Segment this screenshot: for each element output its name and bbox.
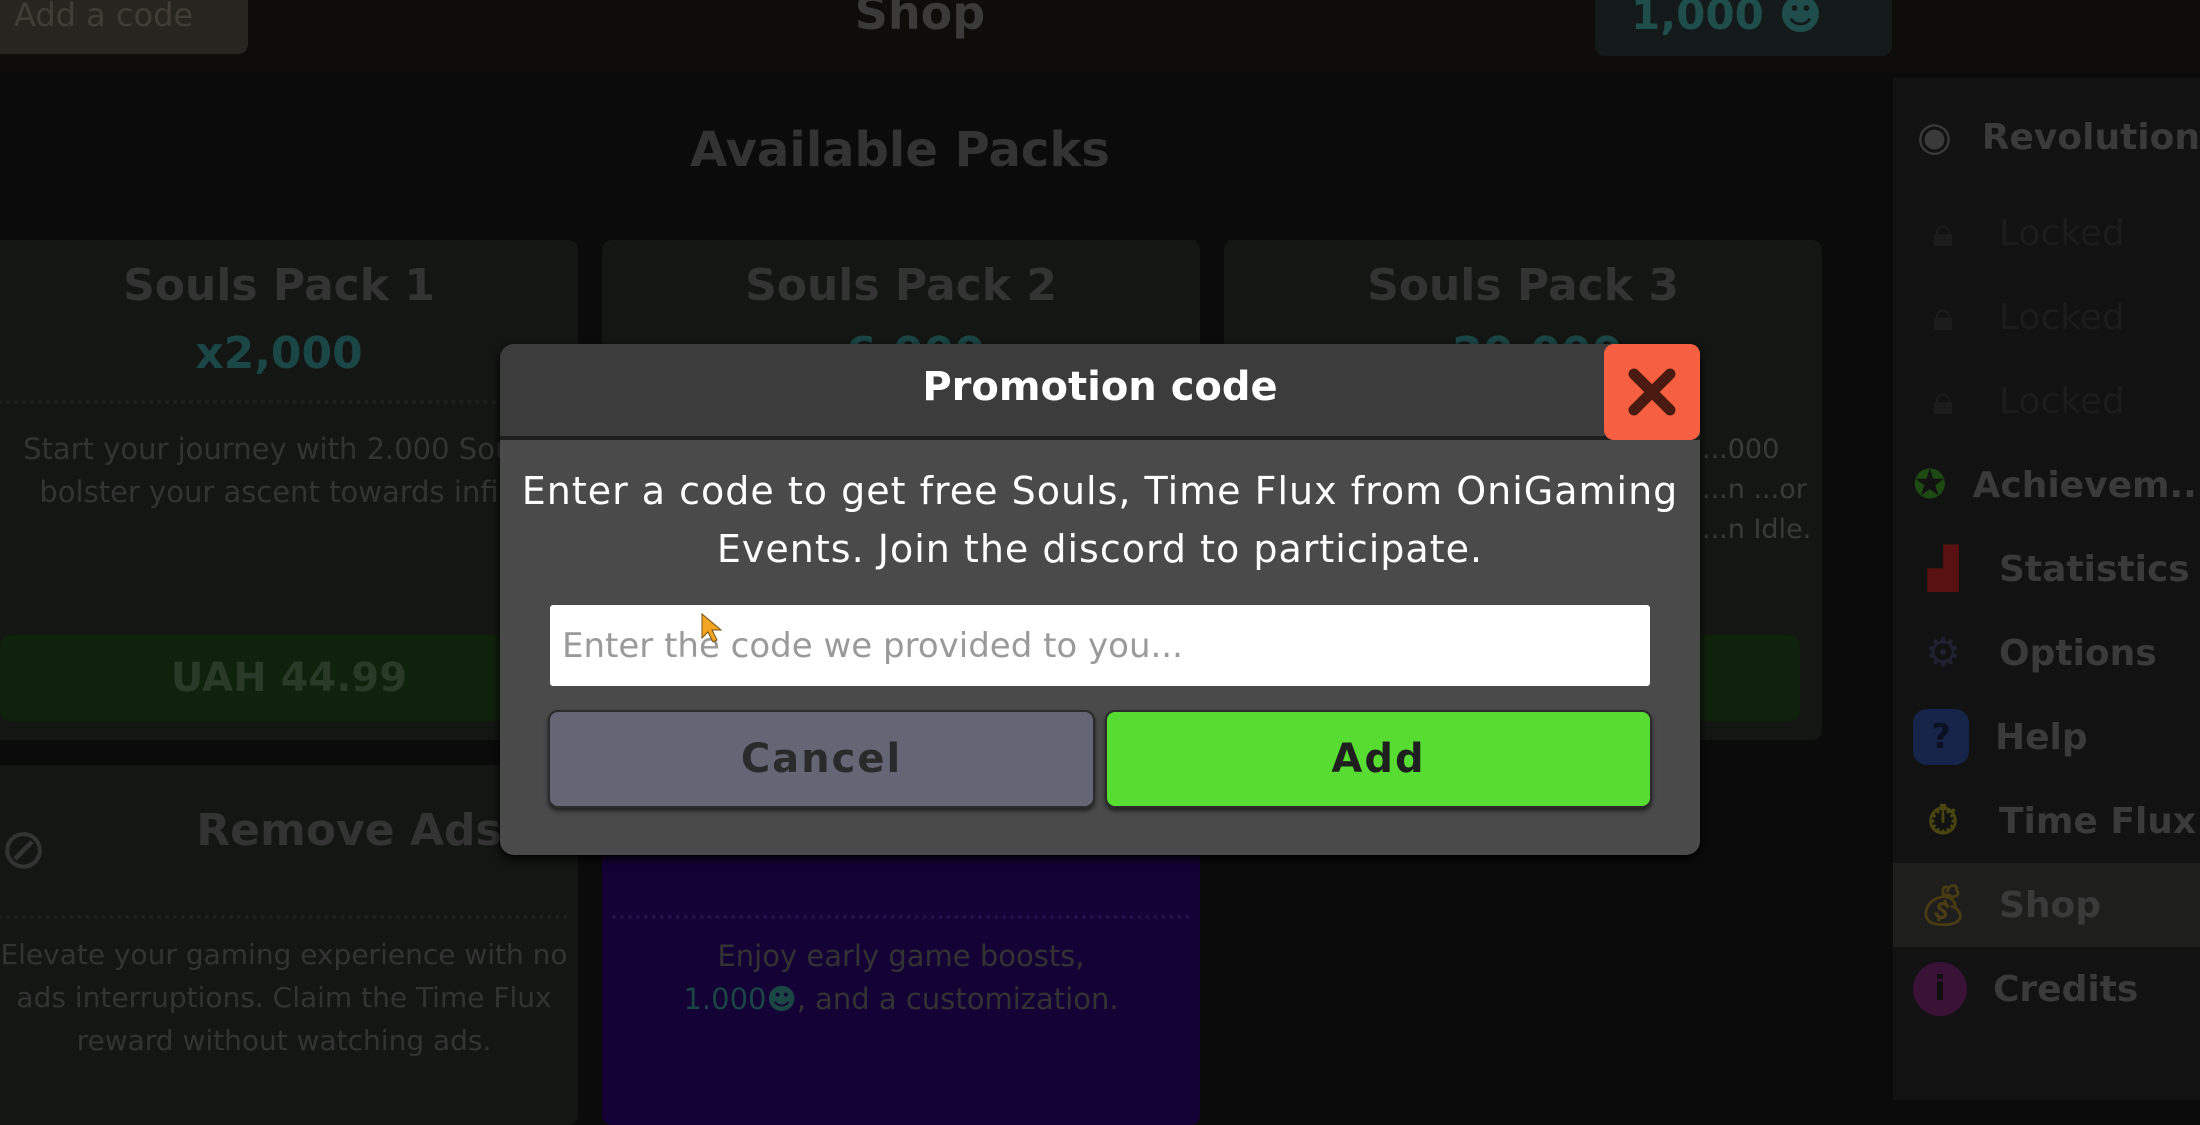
- soul-icon: ☻: [766, 982, 797, 1016]
- currency-display: 1,000 ☻: [1595, 0, 1892, 56]
- sidebar-item-revolution[interactable]: ◉ Revolution: [1893, 95, 2200, 179]
- sidebar-item-time-flux[interactable]: ⏱ Time Flux: [1893, 779, 2200, 863]
- buy-button[interactable]: UAH 44.99: [0, 635, 578, 721]
- top-bar: Add a code Shop 1,000 ☻: [0, 0, 2200, 70]
- pack-amount: x2,000: [195, 328, 363, 379]
- pack-card-1: Souls Pack 1 x2,000 Start your journey w…: [0, 240, 578, 740]
- sidebar-item-help[interactable]: ? Help: [1893, 695, 2200, 779]
- soul-icon: ☻: [1778, 0, 1823, 39]
- divider: [0, 400, 568, 404]
- pack-title: Souls Pack 3: [1367, 260, 1679, 311]
- stopwatch-icon: ⏱: [1927, 798, 1959, 844]
- add-code-label: Add a code: [14, 0, 194, 34]
- sidebar-item-shop[interactable]: 💰︎ Shop: [1893, 863, 2200, 947]
- lock-icon: 🔒︎: [1932, 294, 1954, 340]
- sidebar-item-achievements[interactable]: ✪ Achievem...: [1893, 443, 2200, 527]
- section-title: Available Packs: [690, 122, 1110, 178]
- sidebar: ◉ Revolution 🔒︎ Locked 🔒︎ Locked 🔒︎ Locked ✪…: [1893, 78, 2200, 1100]
- page-title: Shop: [854, 0, 986, 40]
- promotion-code-dialog: Promotion code Enter a code to get free …: [500, 344, 1700, 855]
- target-icon: ◉: [1916, 114, 1952, 160]
- pack-title: Souls Pack 1: [123, 260, 435, 311]
- starter-description: Enjoy early game boosts, 1.000☻, and a c…: [683, 939, 1119, 1016]
- pack-title: Souls Pack 2: [745, 260, 1057, 311]
- sidebar-item-locked[interactable]: 🔒︎ Locked: [1893, 191, 2200, 275]
- bar-chart-icon: ▟: [1927, 546, 1959, 592]
- lock-icon: 🔒︎: [1932, 210, 1954, 256]
- sidebar-item-credits[interactable]: i Credits: [1893, 947, 2200, 1031]
- currency-value: 1,000: [1631, 0, 1764, 39]
- help-icon: ?: [1913, 709, 1969, 765]
- no-ads-icon: ⊘: [0, 817, 47, 882]
- sidebar-item-locked[interactable]: 🔒︎ Locked: [1893, 359, 2200, 443]
- close-button[interactable]: [1604, 344, 1700, 440]
- sidebar-item-statistics[interactable]: ▟ Statistics: [1893, 527, 2200, 611]
- remove-ads-description: Elevate your gaming experience with no a…: [0, 938, 568, 1057]
- close-icon: [1628, 368, 1676, 416]
- mouse-cursor: [700, 612, 726, 646]
- pack-description: Start your journey with 2.000 Souls to b…: [23, 432, 575, 509]
- info-icon: i: [1913, 962, 1967, 1016]
- lock-icon: 🔒︎: [1932, 378, 1954, 424]
- add-code-button[interactable]: Add a code: [0, 0, 248, 54]
- cancel-button[interactable]: Cancel: [548, 710, 1095, 808]
- dialog-header: Promotion code: [500, 344, 1700, 440]
- remove-ads-card: ⊘ Remove Ads Elevate your gaming experie…: [0, 765, 578, 1125]
- medal-icon: ✪: [1913, 462, 1947, 508]
- sidebar-item-locked[interactable]: 🔒︎ Locked: [1893, 275, 2200, 359]
- divider: [0, 915, 568, 919]
- pack-3-description-fragment: ...000 ...n ...or ...n Idle.: [1702, 434, 1812, 545]
- gear-icon: ⚙: [1925, 630, 1961, 676]
- money-bag-icon: 💰︎: [1917, 882, 1969, 929]
- dialog-title: Promotion code: [922, 364, 1278, 410]
- add-button[interactable]: Add: [1105, 710, 1652, 808]
- divider: [612, 915, 1190, 919]
- dialog-message: Enter a code to get free Souls, Time Flu…: [521, 469, 1679, 571]
- sidebar-item-options[interactable]: ⚙ Options: [1893, 611, 2200, 695]
